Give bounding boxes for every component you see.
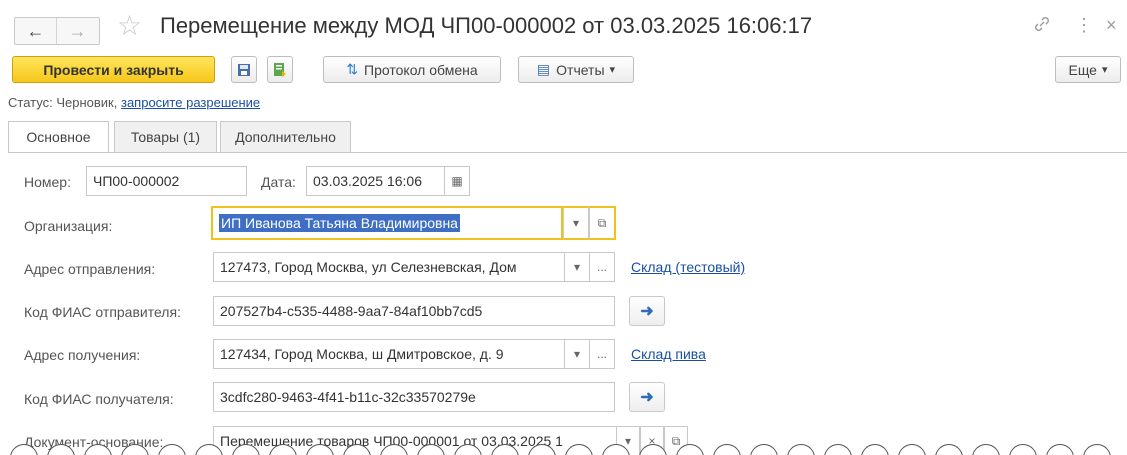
calendar-icon[interactable]: ▦: [444, 166, 470, 196]
organization-dropdown-icon[interactable]: ▾: [563, 206, 589, 240]
decorative-circle: [10, 444, 38, 455]
decorative-circle: [491, 444, 519, 455]
exchange-protocol-label: Протокол обмена: [364, 61, 478, 78]
reports-button[interactable]: ▤ Отчеты ▾: [518, 56, 634, 83]
save-icon: [238, 63, 250, 76]
more-options-icon[interactable]: ⋮: [1075, 15, 1093, 36]
receive-address-label: Адрес получения:: [24, 347, 141, 363]
post-button[interactable]: [267, 56, 293, 83]
decorative-circle: [195, 444, 223, 455]
send-address-field[interactable]: 127473, Город Москва, ул Селезневская, Д…: [213, 252, 565, 282]
send-address-dropdown-icon[interactable]: ▾: [564, 252, 590, 282]
decorative-circle: [898, 444, 926, 455]
decorative-circle: [121, 444, 149, 455]
chevron-down-icon: ▾: [609, 64, 616, 76]
close-icon[interactable]: ×: [1106, 15, 1117, 36]
forward-button[interactable]: →: [57, 18, 98, 44]
decorative-circle: [935, 444, 963, 455]
decorative-circle: [306, 444, 334, 455]
receive-store-link[interactable]: Склад пива: [631, 346, 706, 362]
more-button[interactable]: Еще ▾: [1055, 56, 1121, 83]
decorative-circle: [602, 444, 630, 455]
exchange-icon: ⇅: [346, 61, 359, 77]
reports-icon: ▤: [536, 61, 551, 77]
status-label: Статус:: [8, 95, 53, 110]
decorative-circle: [47, 444, 75, 455]
decorative-circle: [750, 444, 778, 455]
receive-address-dropdown-icon[interactable]: ▾: [564, 339, 590, 369]
receive-fias-label: Код ФИАС получателя:: [24, 391, 174, 407]
chevron-down-icon: ▾: [1101, 64, 1108, 76]
status-value: Черновик,: [56, 95, 118, 110]
decorative-circle-strip: [0, 444, 1127, 455]
decorative-circle: [528, 444, 556, 455]
document-window: ← → ☆ Перемещение между МОД ЧП00-000002 …: [0, 0, 1127, 455]
send-address-select-icon[interactable]: ...: [589, 252, 615, 282]
decorative-circle: [861, 444, 889, 455]
decorative-circle: [380, 444, 408, 455]
tab-additional[interactable]: Дополнительно: [220, 121, 351, 153]
decorative-circle: [454, 444, 482, 455]
decorative-circle: [343, 444, 371, 455]
favorite-star-icon[interactable]: ☆: [117, 12, 142, 40]
tab-goods[interactable]: Товары (1): [114, 121, 217, 153]
organization-field[interactable]: ИП Иванова Татьяна Владимировна: [211, 206, 563, 240]
post-and-close-button[interactable]: Провести и закрыть: [12, 56, 215, 83]
decorative-circle: [824, 444, 852, 455]
decorative-circle: [84, 444, 112, 455]
save-button[interactable]: [231, 56, 257, 83]
number-label: Номер:: [24, 174, 71, 190]
decorative-circle: [158, 444, 186, 455]
organization-open-icon[interactable]: ⧉: [589, 206, 616, 240]
send-fias-label: Код ФИАС отправителя:: [24, 304, 181, 320]
send-fias-field[interactable]: 207527b4-c535-4488-9aa7-84af10bb7cd5: [213, 296, 615, 326]
organization-value: ИП Иванова Татьяна Владимировна: [219, 214, 460, 232]
post-document-icon: [274, 62, 286, 77]
link-icon[interactable]: [1033, 15, 1051, 38]
request-permission-link[interactable]: запросите разрешение: [121, 95, 260, 110]
decorative-circle: [676, 444, 704, 455]
window-title: Перемещение между МОД ЧП00-000002 от 03.…: [160, 13, 813, 38]
more-label: Еще: [1068, 61, 1097, 78]
decorative-circle: [1083, 444, 1111, 455]
date-field[interactable]: 03.03.2025 16:06: [306, 166, 445, 196]
fill-fias-receiver-button[interactable]: ➜: [629, 382, 665, 412]
send-store-link[interactable]: Склад (тестовый): [631, 259, 745, 275]
exchange-protocol-button[interactable]: ⇅ Протокол обмена: [323, 56, 501, 83]
receive-address-field[interactable]: 127434, Город Москва, ш Дмитровское, д. …: [213, 339, 565, 369]
date-label: Дата:: [261, 174, 296, 190]
reports-label: Отчеты: [556, 61, 605, 78]
decorative-circle: [713, 444, 741, 455]
status-line: Статус: Черновик, запросите разрешение: [8, 95, 260, 110]
decorative-circle: [972, 444, 1000, 455]
decorative-circle: [787, 444, 815, 455]
decorative-circle: [232, 444, 260, 455]
receive-address-select-icon[interactable]: ...: [589, 339, 615, 369]
decorative-circle: [1009, 444, 1037, 455]
organization-label: Организация:: [24, 218, 113, 234]
decorative-circle: [639, 444, 667, 455]
decorative-circle: [269, 444, 297, 455]
decorative-circle: [417, 444, 445, 455]
decorative-circle: [565, 444, 593, 455]
title-bar: ← → ☆ Перемещение между МОД ЧП00-000002 …: [0, 0, 1127, 52]
send-address-label: Адрес отправления:: [24, 261, 156, 277]
tab-main[interactable]: Основное: [8, 121, 109, 153]
back-button[interactable]: ←: [15, 18, 57, 44]
number-field[interactable]: ЧП00-000002: [86, 166, 247, 196]
command-bar: Провести и закрыть ⇅ Протокол обмена ▤ О…: [0, 56, 1127, 90]
decorative-circle: [1046, 444, 1074, 455]
receive-fias-field[interactable]: 3cdfc280-9463-4f41-b11c-32c33570279e: [213, 382, 615, 412]
navigation-group: ← →: [14, 17, 100, 45]
fill-fias-sender-button[interactable]: ➜: [629, 296, 665, 326]
